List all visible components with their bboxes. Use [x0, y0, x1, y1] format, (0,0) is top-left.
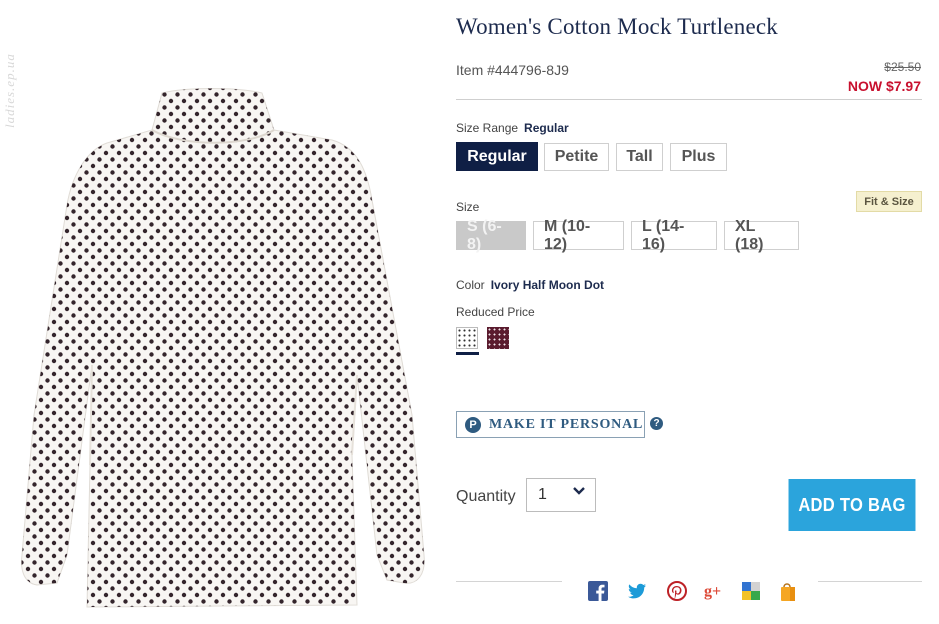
fit-size-button[interactable]: Fit & Size — [856, 191, 922, 212]
svg-text:g+: g+ — [704, 583, 721, 600]
quantity-value: 1 — [538, 486, 547, 503]
size-range-regular-button[interactable]: Regular — [456, 142, 538, 171]
size-xl-button[interactable]: XL (18) — [724, 218, 799, 253]
size-l-button[interactable]: L (14-16) — [631, 218, 717, 253]
size-range-label: Size Range — [456, 121, 519, 135]
size-range-selected-value: Regular — [524, 121, 569, 135]
share-divider-left — [456, 581, 562, 582]
size-range-tall-button[interactable]: Tall — [616, 143, 663, 171]
add-to-bag-button[interactable]: ADD TO BAG — [788, 479, 916, 531]
swatch-ivory-dot[interactable] — [456, 327, 478, 349]
quantity-label: Quantity — [456, 488, 516, 505]
size-m-button[interactable]: M (10-12) — [533, 218, 624, 253]
quantity-select[interactable]: 1 — [526, 478, 596, 512]
sale-price: NOW $7.97 — [847, 78, 921, 94]
original-price: $25.50 — [884, 60, 921, 74]
chevron-down-icon — [573, 487, 585, 495]
item-number: Item #444796-8J9 — [456, 62, 569, 78]
product-image[interactable] — [12, 85, 432, 615]
selected-swatch-indicator — [456, 352, 479, 355]
swatch-plum-dot[interactable] — [487, 327, 509, 349]
twitter-icon[interactable] — [626, 580, 648, 602]
color-label-row: Color Ivory Half Moon Dot — [456, 278, 604, 292]
divider — [456, 99, 922, 100]
delicious-icon[interactable] — [740, 580, 762, 602]
size-s-button: S (6-8) — [456, 218, 526, 253]
color-selected-value: Ivory Half Moon Dot — [490, 278, 605, 292]
size-range-plus-button[interactable]: Plus — [670, 143, 727, 171]
shopping-bag-icon[interactable] — [777, 580, 799, 602]
pinterest-icon[interactable] — [666, 580, 688, 602]
make-it-personal-button[interactable]: P MAKE IT PERSONAL — [456, 411, 645, 438]
color-label: Color — [456, 278, 485, 292]
facebook-icon[interactable] — [587, 580, 609, 602]
product-title: Women's Cotton Mock Turtleneck — [456, 14, 778, 39]
size-range-label-row: Size Range Regular — [456, 121, 569, 135]
share-divider-right — [818, 581, 922, 582]
size-label: Size — [456, 200, 480, 214]
size-range-petite-button[interactable]: Petite — [544, 143, 609, 171]
make-it-personal-label: MAKE IT PERSONAL — [489, 416, 644, 432]
p-circle-icon: P — [465, 416, 481, 433]
google-plus-icon[interactable]: g+ — [704, 580, 726, 602]
help-icon[interactable]: ? — [650, 417, 663, 430]
reduced-price-label: Reduced Price — [456, 305, 535, 319]
